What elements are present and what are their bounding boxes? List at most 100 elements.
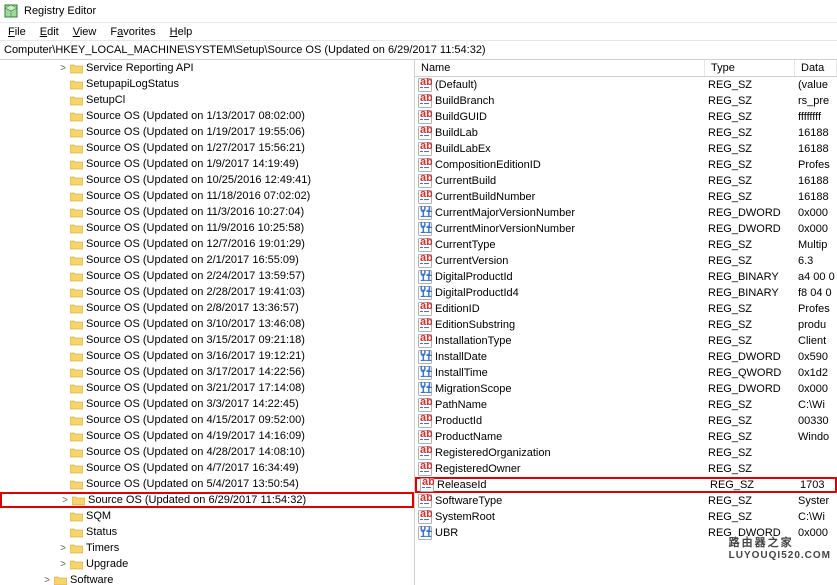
tree-item[interactable]: Source OS (Updated on 1/19/2017 19:55:06… [0,124,414,140]
tree-item[interactable]: Source OS (Updated on 4/28/2017 14:08:10… [0,444,414,460]
tree-item[interactable]: >Service Reporting API [0,60,414,76]
menu-file[interactable]: File [2,25,32,39]
list-row[interactable]: RegisteredOrganizationREG_SZ [415,445,837,461]
list-row[interactable]: EditionSubstringREG_SZprodu [415,317,837,333]
app-icon [4,4,18,18]
string-value-icon [418,110,432,124]
menu-favorites[interactable]: Favorites [104,25,161,39]
tree-item[interactable]: Source OS (Updated on 4/19/2017 14:16:09… [0,428,414,444]
column-type[interactable]: Type [705,60,795,76]
tree-item[interactable]: Status [0,524,414,540]
menu-view[interactable]: View [67,25,103,39]
list-row[interactable]: InstallationTypeREG_SZClient [415,333,837,349]
value-type: REG_DWORD [705,207,795,219]
list-row[interactable]: EditionIDREG_SZProfes [415,301,837,317]
list-row[interactable]: CompositionEditionIDREG_SZProfes [415,157,837,173]
list-row[interactable]: DigitalProductId4REG_BINARYf8 04 0 [415,285,837,301]
tree-item[interactable]: SQM [0,508,414,524]
list-row[interactable]: SoftwareTypeREG_SZSyster [415,493,837,509]
tree-item[interactable]: Source OS (Updated on 3/21/2017 17:14:08… [0,380,414,396]
list-row[interactable]: BuildBranchREG_SZrs_pre [415,93,837,109]
list-row[interactable]: (Default)REG_SZ(value [415,77,837,93]
list-row[interactable]: ProductNameREG_SZWindo [415,429,837,445]
tree-item[interactable]: Source OS (Updated on 3/17/2017 14:22:56… [0,364,414,380]
tree-item[interactable]: Source OS (Updated on 11/9/2016 10:25:58… [0,220,414,236]
list-row[interactable]: BuildLabExREG_SZ16188 [415,141,837,157]
chevron-right-icon[interactable]: > [42,575,52,585]
value-name: RegisteredOwner [435,463,521,475]
tree-item[interactable]: Source OS (Updated on 1/13/2017 08:02:00… [0,108,414,124]
value-type: REG_QWORD [705,367,795,379]
tree-item[interactable]: Source OS (Updated on 12/7/2016 19:01:29… [0,236,414,252]
list-row[interactable]: InstallTimeREG_QWORD0x1d2 [415,365,837,381]
tree-item[interactable]: SetupCl [0,92,414,108]
tree-item[interactable]: Source OS (Updated on 3/15/2017 09:21:18… [0,332,414,348]
column-data[interactable]: Data [795,60,837,76]
tree-item[interactable]: Source OS (Updated on 11/18/2016 07:02:0… [0,188,414,204]
folder-icon [70,287,83,298]
folder-icon [72,495,85,506]
list-row[interactable]: RegisteredOwnerREG_SZ [415,461,837,477]
tree-item[interactable]: Source OS (Updated on 1/9/2017 14:19:49) [0,156,414,172]
chevron-right-icon[interactable]: > [60,495,70,506]
tree-item[interactable]: > Software [0,572,414,585]
list-panel[interactable]: Name Type Data (Default)REG_SZ(valueBuil… [415,60,837,585]
value-type: REG_SZ [705,303,795,315]
tree-item[interactable]: >Upgrade [0,556,414,572]
tree-item[interactable]: Source OS (Updated on 3/16/2017 19:12:21… [0,348,414,364]
list-row[interactable]: MigrationScopeREG_DWORD0x000 [415,381,837,397]
value-type: REG_BINARY [705,271,795,283]
menu-help[interactable]: Help [164,25,199,39]
value-name: BuildBranch [435,95,494,107]
list-row[interactable]: CurrentMinorVersionNumberREG_DWORD0x000 [415,221,837,237]
list-row[interactable]: CurrentVersionREG_SZ6.3 [415,253,837,269]
list-row[interactable]: CurrentBuildREG_SZ16188 [415,173,837,189]
tree-item[interactable]: Source OS (Updated on 1/27/2017 15:56:21… [0,140,414,156]
address-bar[interactable]: Computer\HKEY_LOCAL_MACHINE\SYSTEM\Setup… [0,40,837,60]
address-text: Computer\HKEY_LOCAL_MACHINE\SYSTEM\Setup… [4,44,486,56]
value-data: 16188 [795,191,837,203]
value-data: produ [795,319,837,331]
list-row[interactable]: InstallDateREG_DWORD0x590 [415,349,837,365]
value-name: DigitalProductId4 [435,287,519,299]
tree-item[interactable]: >Timers [0,540,414,556]
tree-item[interactable]: >Source OS (Updated on 6/29/2017 11:54:3… [0,492,414,508]
list-row[interactable]: PathNameREG_SZC:\Wi [415,397,837,413]
tree-panel[interactable]: >Service Reporting APISetupapiLogStatusS… [0,60,415,585]
binary-value-icon [418,270,432,284]
list-row[interactable]: CurrentTypeREG_SZMultip [415,237,837,253]
value-type: REG_SZ [705,239,795,251]
tree-item-label: Software [70,574,113,585]
list-row[interactable]: DigitalProductIdREG_BINARYa4 00 0 [415,269,837,285]
tree-item[interactable]: Source OS (Updated on 3/10/2017 13:46:08… [0,316,414,332]
tree-item[interactable]: Source OS (Updated on 2/1/2017 16:55:09) [0,252,414,268]
list-row[interactable]: CurrentMajorVersionNumberREG_DWORD0x000 [415,205,837,221]
list-row[interactable]: ProductIdREG_SZ00330 [415,413,837,429]
string-value-icon [418,174,432,188]
tree-item[interactable]: Source OS (Updated on 10/25/2016 12:49:4… [0,172,414,188]
tree-item[interactable]: Source OS (Updated on 3/3/2017 14:22:45) [0,396,414,412]
list-row[interactable]: SystemRootREG_SZC:\Wi [415,509,837,525]
list-row[interactable]: BuildGUIDREG_SZffffffff [415,109,837,125]
chevron-right-icon[interactable]: > [58,543,68,554]
chevron-right-icon[interactable]: > [58,559,68,570]
tree-item[interactable]: Source OS (Updated on 4/15/2017 09:52:00… [0,412,414,428]
tree-item[interactable]: Source OS (Updated on 11/3/2016 10:27:04… [0,204,414,220]
value-name: BuildLabEx [435,143,491,155]
list-row[interactable]: CurrentBuildNumberREG_SZ16188 [415,189,837,205]
tree-item[interactable]: Source OS (Updated on 2/24/2017 13:59:57… [0,268,414,284]
tree-item[interactable]: Source OS (Updated on 5/4/2017 13:50:54) [0,476,414,492]
list-row[interactable]: ReleaseIdREG_SZ1703 [415,477,837,493]
string-value-icon [418,302,432,316]
chevron-right-icon[interactable]: > [58,63,68,74]
column-name[interactable]: Name [415,60,705,76]
value-type: REG_DWORD [705,383,795,395]
tree-item[interactable]: SetupapiLogStatus [0,76,414,92]
tree-item[interactable]: Source OS (Updated on 4/7/2017 16:34:49) [0,460,414,476]
tree-item[interactable]: Source OS (Updated on 2/8/2017 13:36:57) [0,300,414,316]
folder-icon [70,271,83,282]
tree-item[interactable]: Source OS (Updated on 2/28/2017 19:41:03… [0,284,414,300]
folder-icon [70,335,83,346]
list-row[interactable]: BuildLabREG_SZ16188 [415,125,837,141]
menu-edit[interactable]: Edit [34,25,65,39]
